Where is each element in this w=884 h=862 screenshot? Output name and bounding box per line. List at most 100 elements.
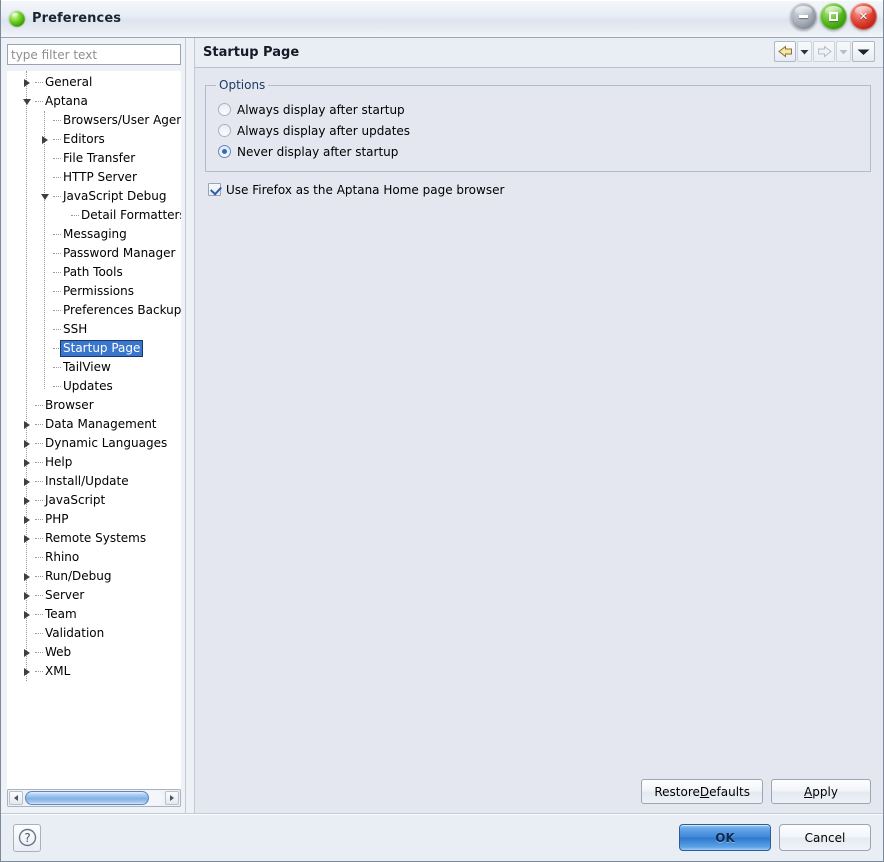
chevron-right-icon[interactable] <box>19 73 35 92</box>
scrollbar-track[interactable] <box>25 791 163 805</box>
restore-defaults-button[interactable]: Restore Defaults <box>641 779 763 804</box>
help-button[interactable]: ? <box>13 823 41 852</box>
tree-item[interactable]: SSH <box>7 320 181 339</box>
preference-tree[interactable]: General Aptana Browsers/User Agents Editors… <box>7 71 181 789</box>
radio-always-display-after-updates[interactable]: Always display after updates <box>218 120 862 141</box>
tree-item[interactable]: Path Tools <box>7 263 181 282</box>
tree-item[interactable]: Install/Update <box>7 472 181 491</box>
scroll-left-button[interactable] <box>9 791 23 805</box>
page-content: Options Always display after startup Alw… <box>195 68 883 813</box>
tree-item[interactable]: Server <box>7 586 181 605</box>
chevron-right-icon[interactable] <box>19 472 35 491</box>
preferences-dialog: Preferences ✕ General Aptana Browsers/User… <box>0 0 884 862</box>
dialog-bottom-bar: ? OK Cancel <box>1 813 883 861</box>
title-bar: Preferences ✕ <box>1 0 883 38</box>
tree-item[interactable]: Web <box>7 643 181 662</box>
tree-item-label: Install/Update <box>45 474 129 488</box>
splitter-sash[interactable] <box>185 38 195 813</box>
tree-item-label: PHP <box>45 512 69 526</box>
chevron-right-icon[interactable] <box>19 491 35 510</box>
chevron-right-icon <box>24 458 30 467</box>
tree-connector-line <box>53 234 61 235</box>
chevron-right-icon[interactable] <box>19 586 35 605</box>
page-action-buttons: Restore Defaults Apply <box>641 779 871 804</box>
chevron-right-icon[interactable] <box>19 510 35 529</box>
tree-connector-line <box>53 386 61 387</box>
tree-item[interactable]: Detail Formatters <box>7 206 181 225</box>
tree-item[interactable]: Team <box>7 605 181 624</box>
tree-item-label: Password Manager <box>63 246 176 260</box>
chevron-down-icon[interactable] <box>19 92 35 111</box>
tree-item[interactable]: Browser <box>7 396 181 415</box>
chevron-right-icon[interactable] <box>19 434 35 453</box>
scrollbar-thumb[interactable] <box>25 791 149 805</box>
tree-item[interactable]: Permissions <box>7 282 181 301</box>
tree-item[interactable]: JavaScript Debug <box>7 187 181 206</box>
tree-connector-line <box>35 633 43 634</box>
chevron-right-icon[interactable] <box>19 415 35 434</box>
checkbox-use-firefox-as-home-page-browser[interactable]: Use Firefox as the Aptana Home page brow… <box>208 179 871 200</box>
tree-item[interactable]: Data Management <box>7 415 181 434</box>
chevron-right-icon[interactable] <box>19 567 35 586</box>
tree-connector-line <box>53 348 61 349</box>
tree-item[interactable]: Preferences Backup <box>7 301 181 320</box>
tree-connector-line <box>53 158 61 159</box>
chevron-right-icon[interactable] <box>37 130 53 149</box>
tree-item-label: HTTP Server <box>63 170 137 184</box>
arrow-right-icon <box>170 795 174 801</box>
tree-item-label: TailView <box>63 360 111 374</box>
chevron-right-icon[interactable] <box>19 643 35 662</box>
tree-item[interactable]: Rhino <box>7 548 181 567</box>
tree-item[interactable]: Aptana <box>7 92 181 111</box>
tree-item[interactable]: PHP <box>7 510 181 529</box>
radio-never-display-after-startup[interactable]: Never display after startup <box>218 141 862 162</box>
back-dropdown-button[interactable] <box>797 41 812 62</box>
apply-mnemonic: A <box>804 784 813 799</box>
chevron-right-icon <box>24 648 30 657</box>
tree-item[interactable]: JavaScript <box>7 491 181 510</box>
chevron-right-icon <box>24 610 30 619</box>
tree-item[interactable]: Help <box>7 453 181 472</box>
tree-item[interactable]: Messaging <box>7 225 181 244</box>
view-menu-button[interactable] <box>852 41 875 62</box>
minimize-button[interactable] <box>790 3 817 30</box>
tree-item[interactable]: Editors <box>7 130 181 149</box>
ok-label: OK <box>715 830 735 845</box>
tree-item-label: Server <box>45 588 85 602</box>
chevron-right-icon[interactable] <box>19 605 35 624</box>
chevron-right-icon[interactable] <box>19 453 35 472</box>
tree-item[interactable]: Updates <box>7 377 181 396</box>
apply-button[interactable]: Apply <box>771 779 871 804</box>
tree-item[interactable]: TailView <box>7 358 181 377</box>
chevron-right-icon <box>24 496 30 505</box>
tree-item[interactable]: Startup Page <box>7 339 181 358</box>
tree-horizontal-scrollbar[interactable] <box>7 789 181 807</box>
tree-item[interactable]: Browsers/User Agents <box>7 111 181 130</box>
radio-always-display-after-startup[interactable]: Always display after startup <box>218 99 862 120</box>
chevron-down-icon[interactable] <box>37 187 53 206</box>
tree-item[interactable]: Run/Debug <box>7 567 181 586</box>
forward-dropdown-button <box>836 41 851 62</box>
close-button[interactable]: ✕ <box>850 3 877 30</box>
tree-item[interactable]: General <box>7 73 181 92</box>
filter-input[interactable] <box>7 44 181 65</box>
chevron-right-icon[interactable] <box>19 662 35 681</box>
tree-item[interactable]: Validation <box>7 624 181 643</box>
tree-item[interactable]: XML <box>7 662 181 681</box>
tree-item[interactable]: Remote Systems <box>7 529 181 548</box>
maximize-button[interactable] <box>820 3 847 30</box>
cancel-button[interactable]: Cancel <box>779 824 871 851</box>
chevron-right-icon <box>42 135 48 144</box>
back-button[interactable] <box>774 41 796 62</box>
tree-item[interactable]: Password Manager <box>7 244 181 263</box>
ok-button[interactable]: OK <box>679 824 771 851</box>
tree-item[interactable]: File Transfer <box>7 149 181 168</box>
scroll-right-button[interactable] <box>165 791 179 805</box>
tree-item[interactable]: Dynamic Languages <box>7 434 181 453</box>
chevron-right-icon[interactable] <box>19 529 35 548</box>
tree-item[interactable]: HTTP Server <box>7 168 181 187</box>
